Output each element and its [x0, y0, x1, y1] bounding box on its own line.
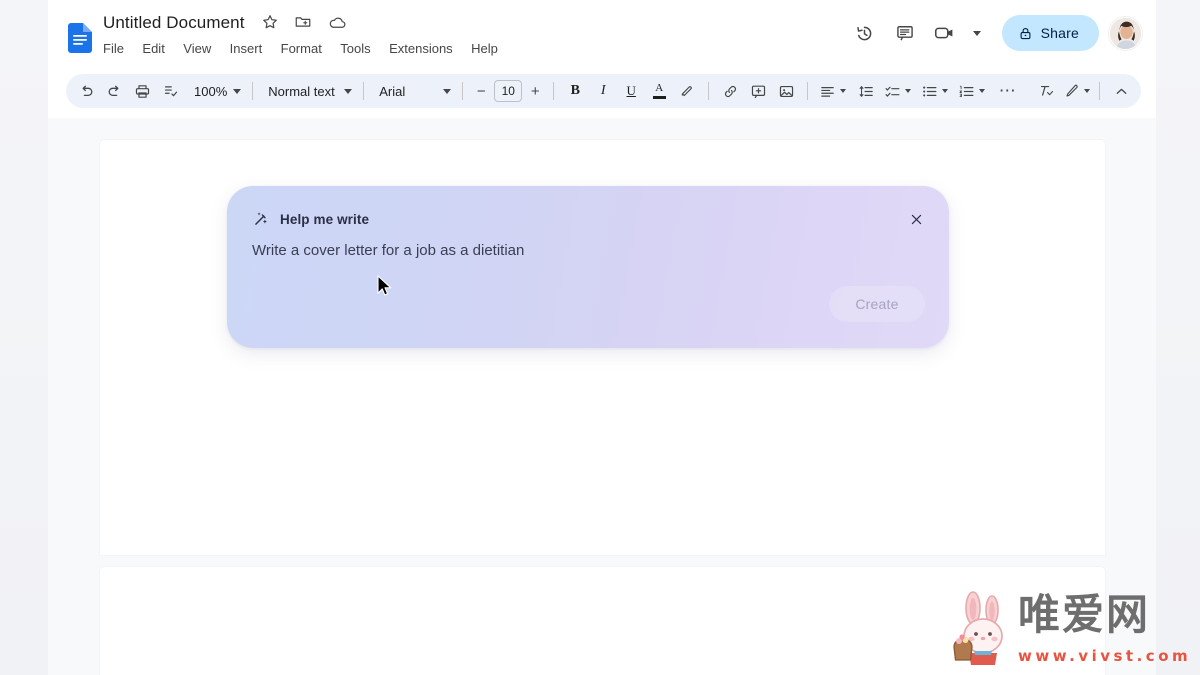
font-family-value: Arial	[379, 83, 406, 99]
undo-icon[interactable]	[72, 77, 100, 105]
toolbar-divider	[708, 82, 710, 100]
chevron-down-icon	[1084, 89, 1090, 93]
toolbar-divider	[252, 82, 254, 100]
numbered-list-icon	[956, 83, 977, 100]
menu-view[interactable]: View	[183, 38, 218, 60]
checklist-icon	[882, 83, 903, 100]
meet-dropdown-icon[interactable]	[966, 13, 988, 53]
more-options-button[interactable]: ⋯	[993, 77, 1021, 105]
chevron-down-icon	[443, 88, 452, 94]
version-history-icon[interactable]	[845, 13, 885, 53]
menu-file[interactable]: File	[103, 38, 131, 60]
create-button[interactable]: Create	[829, 286, 925, 322]
menu-format[interactable]: Format	[281, 38, 329, 60]
more-options-label: ⋯	[998, 81, 1016, 100]
insert-image-icon[interactable]	[772, 77, 800, 105]
chevron-down-icon	[905, 89, 912, 93]
chevron-down-icon	[942, 89, 949, 93]
share-button[interactable]: Share	[1001, 15, 1099, 51]
meet-control	[925, 13, 992, 53]
toolbar-divider	[363, 82, 365, 100]
font-size-stepper: − 10 +	[470, 80, 546, 102]
app-header: Untitled Document File Edit View Insert …	[48, 0, 1156, 66]
menu-tools[interactable]: Tools	[340, 38, 377, 60]
text-color-label: A	[655, 82, 664, 94]
underline-label: U	[626, 83, 636, 98]
menu-help[interactable]: Help	[471, 38, 505, 60]
bold-label: B	[570, 83, 580, 98]
bulleted-list-icon	[919, 83, 940, 100]
document-title[interactable]: Untitled Document	[103, 12, 245, 34]
move-folder-icon[interactable]	[294, 13, 314, 33]
font-size-decrease-button[interactable]: −	[470, 80, 492, 102]
chevron-down-icon	[979, 89, 986, 93]
zoom-selector[interactable]: 100%	[184, 78, 245, 104]
magic-pen-icon	[252, 210, 270, 228]
title-icon-group	[261, 13, 357, 33]
prompt-input[interactable]: Write a cover letter for a job as a diet…	[252, 240, 892, 262]
formatting-toolbar: 100% Normal text Arial − 10 + B I U A ⋯	[66, 74, 1141, 108]
toolbar-divider	[807, 82, 809, 100]
highlighter-icon[interactable]	[673, 77, 701, 105]
italic-label: I	[600, 83, 606, 98]
text-color-swatch	[652, 96, 666, 99]
add-comment-icon[interactable]	[744, 77, 772, 105]
chevron-down-icon	[840, 89, 847, 93]
font-family-selector[interactable]: Arial	[371, 78, 455, 104]
lock-icon	[1018, 26, 1033, 41]
editing-pencil-icon	[1062, 83, 1082, 99]
zoom-value: 100%	[194, 83, 228, 99]
editing-mode-control[interactable]	[1060, 77, 1092, 105]
print-icon[interactable]	[128, 77, 156, 105]
share-label: Share	[1040, 25, 1079, 41]
checklist-control[interactable]	[880, 77, 913, 105]
title-and-menus: Untitled Document File Edit View Insert …	[103, 12, 512, 60]
menu-extensions[interactable]: Extensions	[389, 38, 460, 60]
screen: Untitled Document File Edit View Insert …	[0, 0, 1200, 675]
close-icon[interactable]	[903, 206, 929, 232]
chevron-down-icon	[233, 88, 242, 94]
comment-icon[interactable]	[885, 13, 925, 53]
toolbar-divider	[553, 82, 555, 100]
help-me-write-dialog[interactable]: Help me write Write a cover letter for a…	[227, 186, 949, 348]
line-spacing-icon[interactable]	[852, 77, 880, 105]
align-left-icon	[817, 83, 838, 100]
paragraph-style-selector[interactable]: Normal text	[260, 78, 356, 104]
header-actions: Share	[845, 13, 1142, 53]
underline-button[interactable]: U	[617, 77, 645, 105]
document-page-2[interactable]	[100, 567, 1105, 675]
chevron-down-icon	[344, 88, 353, 94]
font-size-input[interactable]: 10	[494, 80, 523, 102]
toolbar-divider	[462, 82, 464, 100]
collapse-chevron-icon[interactable]	[1107, 77, 1135, 105]
menu-bar: File Edit View Insert Format Tools Exten…	[103, 38, 512, 60]
star-icon[interactable]	[261, 13, 281, 33]
cloud-saved-icon[interactable]	[328, 13, 348, 33]
text-color-button[interactable]: A	[645, 77, 673, 105]
redo-icon[interactable]	[100, 77, 128, 105]
menu-insert[interactable]: Insert	[230, 38, 270, 60]
link-icon[interactable]	[716, 77, 744, 105]
toolbar-divider	[1099, 82, 1100, 100]
help-me-write-header: Help me write	[252, 210, 369, 228]
spelling-check-icon[interactable]	[156, 77, 184, 105]
help-me-write-title: Help me write	[280, 211, 370, 227]
italic-button[interactable]: I	[589, 77, 617, 105]
menu-edit[interactable]: Edit	[142, 38, 171, 60]
meet-camera-icon[interactable]	[925, 13, 965, 53]
font-size-increase-button[interactable]: +	[524, 80, 546, 102]
docs-icon[interactable]	[68, 23, 92, 53]
account-avatar[interactable]	[1109, 16, 1142, 50]
align-control[interactable]	[815, 77, 848, 105]
clear-formatting-icon[interactable]	[1032, 77, 1060, 105]
bold-button[interactable]: B	[561, 77, 589, 105]
bulleted-list-control[interactable]	[917, 77, 950, 105]
numbered-list-control[interactable]	[954, 77, 987, 105]
paragraph-style-value: Normal text	[268, 83, 335, 99]
